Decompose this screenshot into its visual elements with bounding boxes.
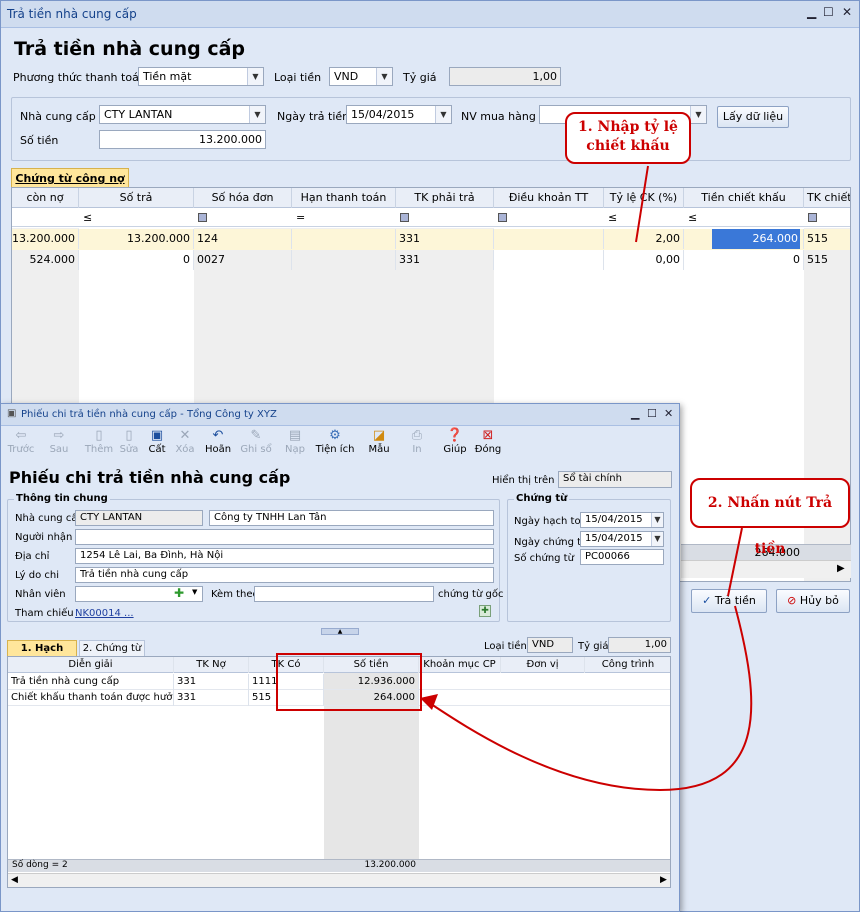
highlight-box [276, 653, 422, 711]
annotation-overlay [276, 165, 753, 792]
callout-one-pointer [635, 165, 649, 243]
callout-two-pointer [727, 527, 743, 597]
arrow-curve [424, 605, 753, 792]
